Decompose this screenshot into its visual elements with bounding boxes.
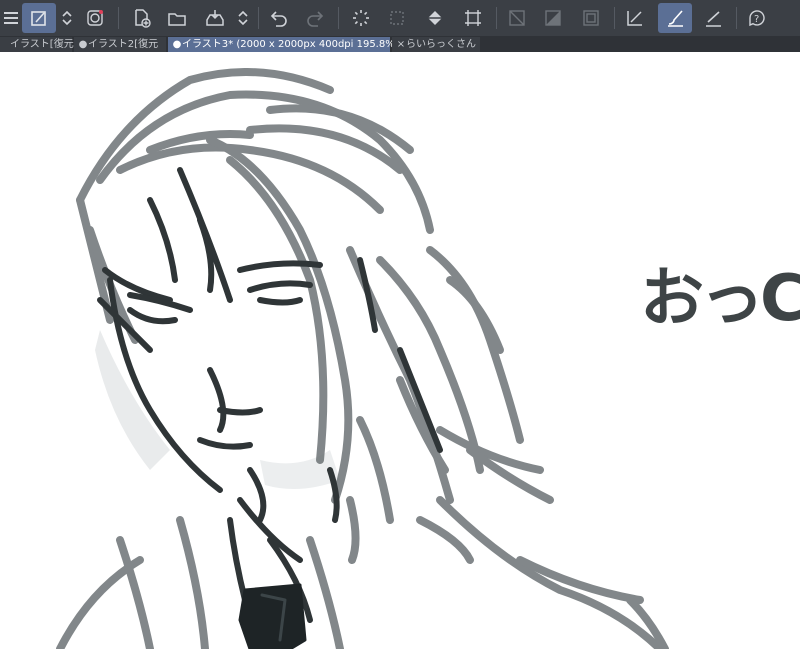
pen-pressure-button[interactable] bbox=[22, 3, 56, 33]
handwritten-text: おっC bbox=[640, 262, 800, 336]
save-button[interactable] bbox=[198, 3, 232, 33]
toolbar-divider bbox=[258, 7, 259, 29]
save-tray-icon bbox=[206, 10, 224, 26]
brush-stroke-icon bbox=[668, 10, 683, 27]
help-button[interactable]: ? bbox=[740, 3, 774, 33]
spiral-icon bbox=[87, 10, 103, 26]
document-tab-bar: イラスト[復元]* ●イラスト2[復元 ●イラスト3* (2000 x 2000… bbox=[0, 36, 800, 52]
new-file-icon bbox=[135, 9, 151, 28]
tab-modified-dot: ● bbox=[78, 39, 88, 50]
toolbar-divider bbox=[614, 7, 615, 29]
selection-button[interactable] bbox=[380, 3, 414, 33]
tab-label: らいらっくさん bbox=[406, 39, 476, 50]
help-icon: ? bbox=[749, 10, 765, 27]
loading-button[interactable] bbox=[344, 3, 378, 33]
tab-label: イラスト2[復元 bbox=[88, 39, 159, 50]
deselect-icon bbox=[509, 10, 525, 26]
up-down-icon bbox=[238, 10, 248, 26]
redo-button[interactable] bbox=[298, 3, 332, 33]
tab-label: イラスト3* (2000 x 2000px 400dpi 195.8%) bbox=[182, 39, 399, 50]
undo-button[interactable] bbox=[262, 3, 296, 33]
undo-icon bbox=[270, 11, 287, 27]
brush-stroke-button[interactable] bbox=[658, 3, 692, 33]
tab-illust-3[interactable]: ●イラスト3* (2000 x 2000px 400dpi 195.8%) bbox=[168, 37, 399, 52]
save-options-stepper[interactable] bbox=[228, 3, 258, 33]
transform-button[interactable] bbox=[456, 3, 490, 33]
correction-line-button[interactable] bbox=[618, 3, 652, 33]
tab-illust-2[interactable]: ●イラスト2[復元 bbox=[74, 37, 166, 52]
toolbar-divider bbox=[496, 7, 497, 29]
new-file-button[interactable] bbox=[124, 3, 158, 33]
tone-icon bbox=[545, 10, 561, 26]
svg-text:?: ? bbox=[754, 14, 759, 25]
toolbar-divider bbox=[338, 7, 339, 29]
tab-lilac[interactable]: ×らいらっくさん bbox=[392, 37, 480, 52]
layer-frame-icon bbox=[583, 10, 599, 26]
layer-frame-button[interactable] bbox=[574, 3, 608, 33]
open-folder-button[interactable] bbox=[160, 3, 194, 33]
pen-pressure-icon bbox=[31, 11, 46, 26]
toolbar-divider bbox=[118, 7, 119, 29]
menu-icon bbox=[4, 12, 18, 24]
selection-icon bbox=[390, 11, 404, 25]
fill-bucket-icon bbox=[428, 11, 442, 25]
correction-line-icon bbox=[627, 11, 642, 26]
main-toolbar: ? bbox=[0, 0, 800, 37]
spiral-button[interactable] bbox=[78, 3, 112, 33]
tone-button[interactable] bbox=[536, 3, 570, 33]
tab-illust-1[interactable]: イラスト[復元]* bbox=[0, 37, 83, 52]
up-down-icon bbox=[62, 10, 72, 26]
transform-icon bbox=[465, 10, 481, 26]
tab-modified-dot: ● bbox=[172, 39, 182, 50]
open-folder-icon bbox=[168, 13, 186, 26]
deselect-button[interactable] bbox=[500, 3, 534, 33]
loading-spinner-icon bbox=[353, 10, 369, 26]
redo-icon bbox=[307, 11, 324, 27]
pen-line-button[interactable] bbox=[696, 3, 730, 33]
toolbar-divider bbox=[736, 7, 737, 29]
tab-label: イラスト[復元]* bbox=[10, 39, 83, 50]
pen-line-icon bbox=[706, 11, 721, 27]
sketch-drawing bbox=[56, 68, 669, 649]
fill-button[interactable] bbox=[418, 3, 452, 33]
drawing-canvas[interactable]: おっC bbox=[0, 52, 800, 649]
close-icon[interactable]: × bbox=[396, 37, 406, 52]
